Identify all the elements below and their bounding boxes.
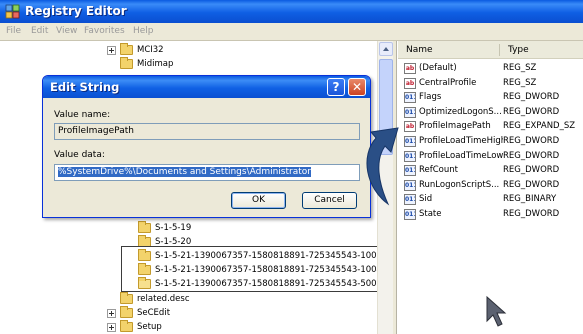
value-type: REG_SZ [503,63,537,73]
folder-icon [138,221,151,233]
sid-highlight-box [121,246,379,292]
window-title: Registry Editor [25,4,127,18]
value-row[interactable]: 011Flags REG_DWORD [404,91,582,105]
value-row[interactable]: 011ProfileLoadTimeHighREG_DWORD [404,135,582,149]
value-type: REG_DWORD [503,209,560,219]
value-row[interactable]: 011RefCountREG_DWORD [404,164,582,178]
menu-view[interactable]: View [56,26,77,36]
list-header: Name Type [398,41,583,59]
value-row[interactable]: 011RunLogonScriptS...REG_DWORD [404,179,582,193]
folder-icon [120,292,133,304]
value-data-label: Value data: [54,150,105,160]
folder-icon [120,43,133,55]
binary-value-icon: 011 [404,209,416,220]
menu-edit[interactable]: Edit [31,26,48,36]
value-type: REG_SZ [503,77,537,88]
menu-file[interactable]: File [6,26,21,36]
value-name-field: ProfileImagePath [54,123,360,140]
value-type: REG_BINARY [503,194,557,205]
column-divider[interactable] [499,44,500,56]
value-type: REG_DWORD [503,165,560,176]
dialog-titlebar: Edit String ? ✕ [43,76,370,98]
cancel-button[interactable]: Cancel [302,192,357,209]
value-name: ProfileLoadTimeLow [419,150,503,161]
edit-string-dialog: Edit String ? ✕ Value name: ProfileImage… [42,75,371,218]
column-header-type[interactable]: Type [508,45,529,55]
value-type: REG_EXPAND_SZ [503,121,576,132]
value-name: (Default) [419,63,457,73]
column-header-name[interactable]: Name [406,45,433,55]
folder-icon [120,57,133,69]
value-row[interactable]: ab (Default) REG_SZ [404,62,582,76]
value-name: CentralProfile [419,77,477,88]
dialog-title: Edit String [50,80,120,94]
mouse-cursor-icon [486,295,507,327]
values-list-pane[interactable]: Name Type ab (Default) REG_SZ ab CentralProf… [398,41,583,334]
value-name: Sid [419,194,433,205]
value-row[interactable]: 011ProfileLoadTimeLowREG_DWORD [404,150,582,164]
expand-icon[interactable] [107,309,116,318]
expand-icon[interactable] [107,323,116,332]
value-name: OptimizedLogonS... [419,106,502,117]
binary-value-icon: 011 [404,92,416,104]
value-row[interactable]: 011OptimizedLogonS...REG_DWORD [404,106,582,120]
value-row[interactable]: 011SidREG_BINARY [404,193,582,207]
value-type: REG_DWORD [503,92,560,103]
ok-button[interactable]: OK [231,192,286,209]
registry-editor-icon [5,4,20,19]
string-value-icon: ab [404,63,416,74]
folder-icon [120,320,133,332]
value-name: ProfileImagePath [419,121,491,132]
value-type: REG_DWORD [503,136,560,146]
value-row[interactable]: 011State REG_DWORD [404,208,582,222]
help-icon[interactable]: ? [327,78,345,96]
value-name: State [419,209,442,219]
string-value-icon: ab [404,77,416,89]
value-name: ProfileLoadTimeHigh [419,136,503,146]
value-name: Flags [419,92,442,103]
value-type: REG_DWORD [503,106,560,117]
value-name: RefCount [419,165,458,176]
value-name-label: Value name: [54,110,111,120]
value-type: REG_DWORD [503,179,560,190]
expand-icon[interactable] [107,46,116,55]
scroll-up-icon[interactable] [379,42,393,56]
value-data-input[interactable]: %SystemDrive%\Documents and Settings\Adm… [54,164,360,181]
menu-help[interactable]: Help [133,26,154,36]
curved-pointer-arrow-icon [366,127,399,206]
value-row[interactable]: ab CentralProfile REG_SZ [404,77,582,91]
value-name: RunLogonScriptS... [419,179,500,190]
window-titlebar: Registry Editor [0,0,583,23]
menu-bar: File Edit View Favorites Help [0,23,583,41]
value-row[interactable]: ab ProfileImagePath REG_EXPAND_SZ [404,120,582,134]
close-icon[interactable]: ✕ [348,78,366,96]
menu-favorites[interactable]: Favorites [84,26,125,36]
value-type: REG_DWORD [503,150,560,161]
folder-icon [120,306,133,318]
